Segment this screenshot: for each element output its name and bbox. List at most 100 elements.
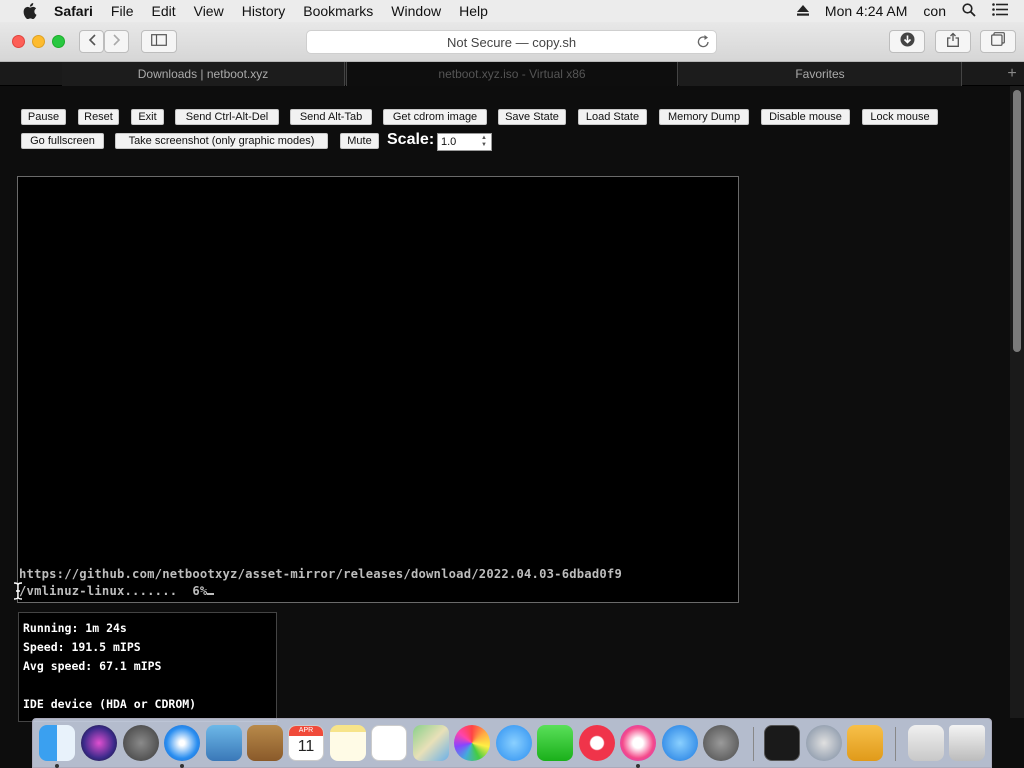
menu-edit[interactable]: Edit [151,3,175,19]
new-tab-button[interactable]: + [1000,62,1024,86]
messages-icon[interactable] [496,725,532,761]
back-button[interactable] [79,30,104,53]
reminders-icon[interactable] [371,725,407,761]
reload-icon[interactable] [697,35,710,52]
menu-bar: Safari File Edit View History Bookmarks … [0,0,1024,22]
menu-bookmarks[interactable]: Bookmarks [303,3,373,19]
apple-menu-icon[interactable] [20,3,40,19]
exit-button[interactable]: Exit [131,109,164,125]
downloads-folder-icon[interactable] [908,725,944,761]
memory-dump-button[interactable]: Memory Dump [659,109,749,125]
menu-app-name[interactable]: Safari [54,3,93,19]
downloads-button[interactable] [889,30,925,53]
sidebar-toggle-button[interactable] [141,30,177,53]
photos-icon[interactable] [454,725,490,761]
app-store-icon[interactable] [662,725,698,761]
eject-icon[interactable] [796,3,809,19]
page-scrollbar[interactable] [1010,86,1024,718]
tab-downloads-netboot[interactable]: Downloads | netboot.xyz [62,62,345,86]
page-content: Pause Reset Exit Send Ctrl-Alt-Del Send … [0,86,1010,722]
terminal-line-url: https://github.com/netbootxyz/asset-mirr… [19,567,622,581]
chevron-right-icon [112,33,121,51]
share-icon [947,32,959,52]
plus-icon: + [1007,65,1017,82]
scale-label: Scale: [387,131,435,148]
contacts-icon[interactable] [247,725,283,761]
address-bar[interactable]: Not Secure — copy.sh [306,30,717,54]
send-alt-tab-button[interactable]: Send Alt-Tab [290,109,372,125]
send-ctrl-alt-del-button[interactable]: Send Ctrl-Alt-Del [175,109,279,125]
dock-separator [753,727,754,761]
emulator-screen[interactable]: https://github.com/netbootxyz/asset-mirr… [17,176,739,603]
menu-window[interactable]: Window [391,3,441,19]
running-indicator [180,764,184,768]
siri-icon[interactable] [81,725,117,761]
tab-overview-button[interactable] [980,30,1016,53]
browser-toolbar: Not Secure — copy.sh [0,22,1024,62]
address-text: Not Secure — copy.sh [446,34,577,50]
menubar-user[interactable]: con [923,3,946,19]
dock-separator [895,727,896,761]
news-icon[interactable] [579,725,615,761]
get-cdrom-image-button[interactable]: Get cdrom image [383,109,487,125]
close-window-button[interactable] [12,35,25,48]
terminal-line-progress: /vmlinuz-linux....... 6% [19,584,215,598]
tab-label: Favorites [795,67,845,81]
spotlight-search-icon[interactable] [962,2,976,20]
home-icon[interactable] [847,725,883,761]
notification-center-icon[interactable] [992,3,1008,19]
system-preferences-icon[interactable] [703,725,739,761]
tab-favorites[interactable]: Favorites [679,62,962,86]
launchpad-icon[interactable] [123,725,159,761]
load-state-button[interactable]: Load State [578,109,647,125]
menu-view[interactable]: View [194,3,224,19]
terminal-progress-text: /vmlinuz-linux....... 6% [19,584,208,598]
finder-icon[interactable] [39,725,75,761]
mute-button[interactable]: Mute [340,133,379,149]
facetime-icon[interactable] [537,725,573,761]
preview-icon[interactable] [206,725,242,761]
menu-file[interactable]: File [111,3,134,19]
menu-history[interactable]: History [242,3,286,19]
reset-button[interactable]: Reset [78,109,119,125]
safari-icon[interactable] [164,725,200,761]
utility-app-icon[interactable] [806,725,842,761]
notes-icon[interactable] [330,725,366,761]
calendar-icon[interactable]: APR 11 [288,725,324,761]
disable-mouse-button[interactable]: Disable mouse [761,109,850,125]
running-indicator [55,764,59,768]
take-screenshot-button[interactable]: Take screenshot (only graphic modes) [115,133,328,149]
emulator-stats-panel: Running: 1m 24s Speed: 191.5 mIPS Avg sp… [18,612,277,722]
music-icon[interactable] [620,725,656,761]
share-button[interactable] [935,30,971,53]
go-fullscreen-button[interactable]: Go fullscreen [21,133,104,149]
calendar-day: 11 [297,738,315,755]
zoom-window-button[interactable] [52,35,65,48]
text-cursor [207,593,215,595]
stat-running: Running: 1m 24s [23,621,127,635]
pause-button[interactable]: Pause [21,109,66,125]
trash-icon[interactable] [949,725,985,761]
menubar-clock[interactable]: Mon 4:24 AM [825,3,908,19]
stat-spacer [23,676,272,695]
stat-avg-speed: Avg speed: 67.1 mIPS [23,659,162,673]
scale-stepper-icon[interactable]: ▲ ▼ [479,135,489,149]
minimize-window-button[interactable] [32,35,45,48]
stat-ide-device: IDE device (HDA or CDROM) [23,697,197,711]
chevron-left-icon [88,33,96,51]
tabs-icon [991,32,1005,51]
maps-icon[interactable] [413,725,449,761]
forward-button[interactable] [104,30,129,53]
save-state-button[interactable]: Save State [498,109,566,125]
stat-speed: Speed: 191.5 mIPS [23,640,141,654]
running-indicator [636,764,640,768]
lock-mouse-button[interactable]: Lock mouse [862,109,938,125]
tab-netboot-virtual-x86[interactable]: netboot.xyz.iso - Virtual x86 [346,62,678,86]
scrollbar-thumb[interactable] [1013,90,1021,352]
activity-monitor-icon[interactable] [764,725,800,761]
ibeam-cursor-icon [13,582,23,605]
menubar-status-area: Mon 4:24 AM con [796,0,1024,22]
menu-help[interactable]: Help [459,3,488,19]
tab-label: netboot.xyz.iso - Virtual x86 [438,67,586,81]
tab-bar: Downloads | netboot.xyz netboot.xyz.iso … [0,62,1024,86]
